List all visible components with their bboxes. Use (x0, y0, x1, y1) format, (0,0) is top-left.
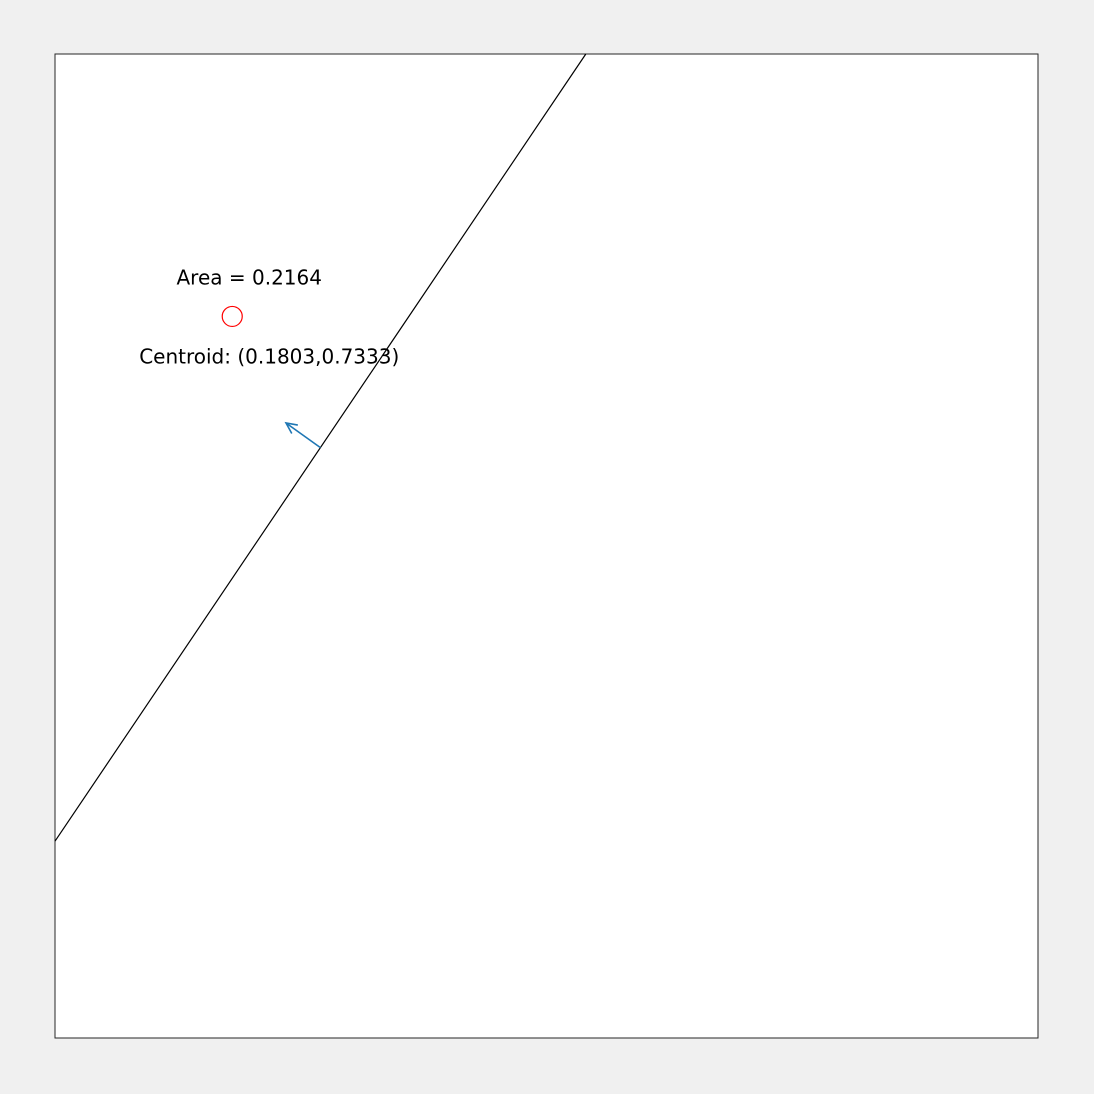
centroid-label: Centroid: (0.1803,0.7333) (139, 344, 399, 368)
axes-box (54, 53, 1039, 1039)
area-label: Area = 0.2164 (176, 265, 321, 289)
figure-canvas: Area = 0.2164 Centroid: (0.1803,0.7333) (54, 53, 1039, 1039)
